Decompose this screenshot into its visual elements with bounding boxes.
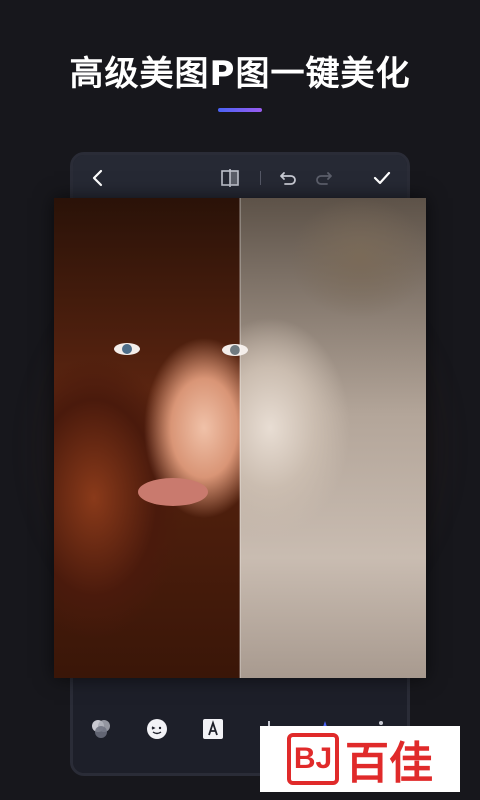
compare-divider[interactable] (239, 198, 241, 678)
text-icon[interactable] (201, 717, 225, 741)
lips (138, 478, 208, 506)
compare-icon[interactable] (219, 167, 241, 189)
undo-icon[interactable] (277, 167, 299, 189)
photo-after-half (222, 198, 426, 678)
before-after-photo[interactable] (54, 198, 426, 678)
right-eye (222, 344, 248, 356)
watermark-text: 百佳 (345, 738, 433, 789)
back-icon[interactable] (87, 167, 109, 189)
editor-toolbar (73, 155, 407, 201)
watermark-logo: BJ (287, 733, 339, 785)
redo-icon[interactable] (313, 167, 335, 189)
toolbar-separator (260, 171, 261, 185)
watermark: BJ 百佳 (260, 726, 460, 792)
filter-icon[interactable] (89, 717, 113, 741)
page-headline: 高级美图P图一键美化 (69, 54, 411, 94)
headline-accent-bar (218, 108, 262, 112)
confirm-icon[interactable] (371, 167, 393, 189)
sticker-icon[interactable] (145, 717, 169, 741)
photo-before-half (54, 198, 240, 678)
left-eye (114, 343, 140, 355)
